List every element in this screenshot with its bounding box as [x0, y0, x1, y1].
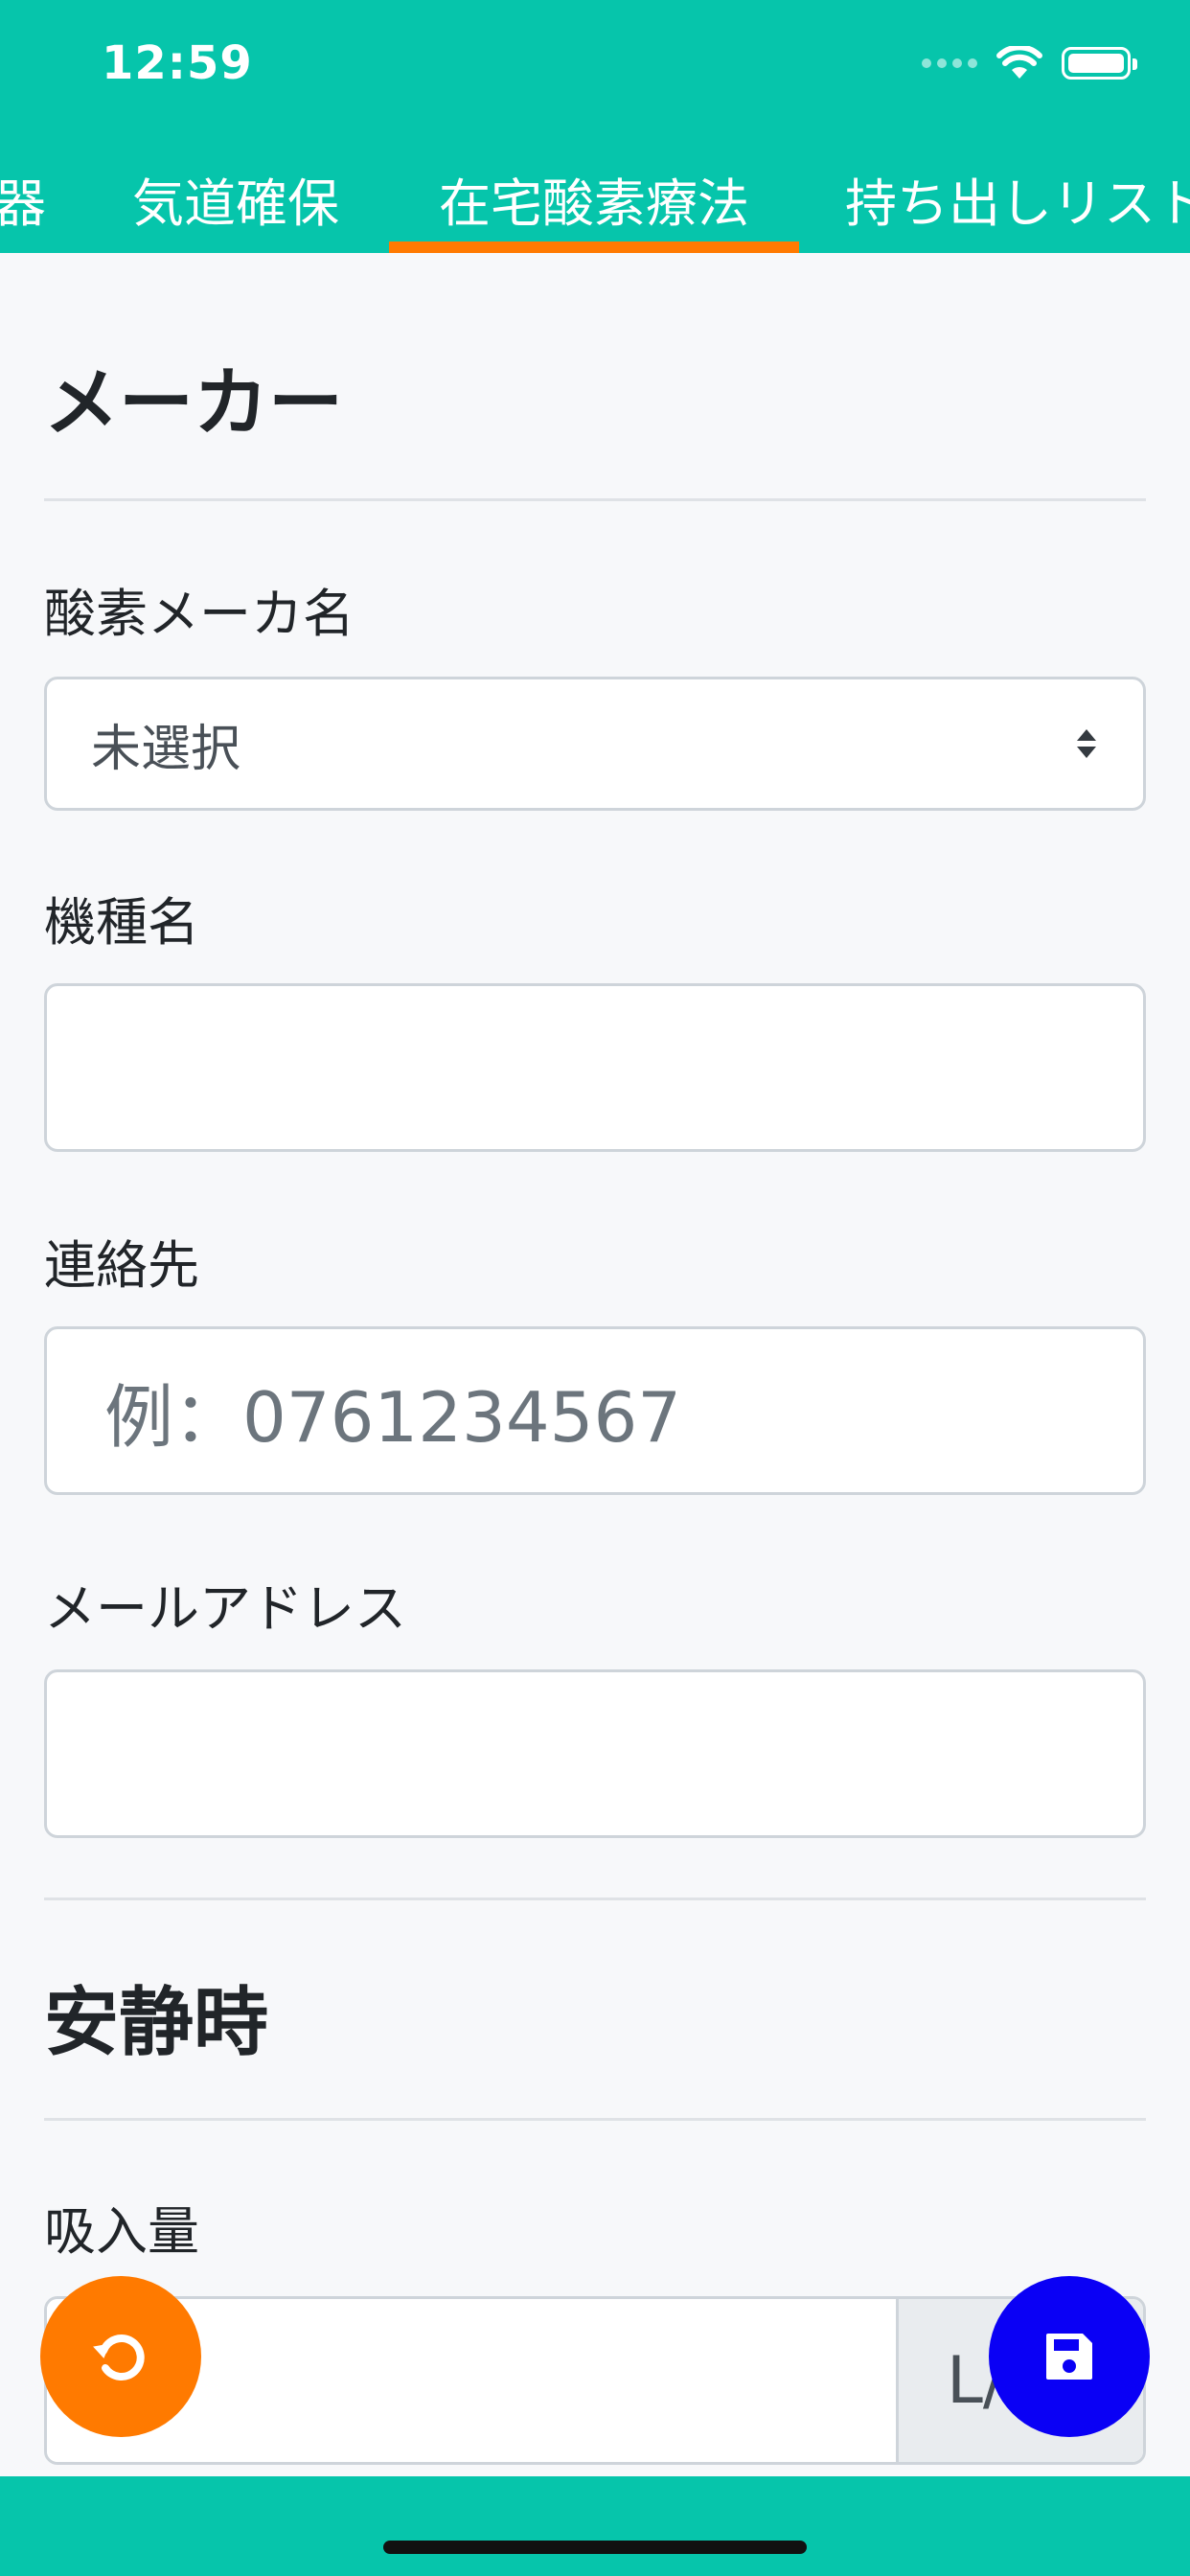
- save-button[interactable]: [989, 2276, 1150, 2437]
- oxygen-maker-label: 酸素メーカ名: [44, 584, 355, 644]
- model-label: 機種名: [44, 892, 199, 953]
- cellular-icon: [922, 58, 977, 68]
- tab-bar: 器 気道確保 在宅酸素療法 持ち出しリスト: [0, 144, 1190, 253]
- undo-icon: [93, 2334, 145, 2380]
- status-time: 12:59: [102, 36, 253, 90]
- contact-label: 連絡先: [44, 1235, 199, 1296]
- oxygen-maker-select[interactable]: 未選択: [44, 677, 1146, 811]
- undo-button[interactable]: [40, 2276, 201, 2437]
- status-icons: [922, 46, 1137, 80]
- tab-carry-list[interactable]: 持ち出しリスト: [845, 144, 1190, 253]
- select-arrows-icon: [1077, 729, 1096, 758]
- home-indicator: [383, 2541, 807, 2554]
- app-header: 12:59 器 気道確保 在宅酸素療法 持ち出しリスト: [0, 0, 1190, 253]
- contact-placeholder: 例：0761234567: [104, 1376, 682, 1458]
- oxygen-maker-value: 未選択: [91, 720, 241, 778]
- wifi-icon: [996, 46, 1042, 79]
- bottom-bar: [0, 2476, 1190, 2576]
- divider: [44, 1898, 1146, 1900]
- save-icon: [1046, 2334, 1092, 2380]
- intake-input-group: L/: [44, 2296, 1146, 2465]
- divider: [44, 498, 1146, 501]
- section-title-at-rest: 安静時: [44, 1980, 269, 2066]
- tab-equipment[interactable]: 器: [0, 144, 46, 253]
- email-label: メールアドレス: [44, 1578, 406, 1639]
- tab-home-oxygen[interactable]: 在宅酸素療法: [389, 144, 799, 253]
- divider: [44, 2118, 1146, 2121]
- contact-input[interactable]: 例：0761234567: [44, 1326, 1146, 1495]
- section-title-maker: メーカー: [44, 360, 344, 447]
- tab-airway[interactable]: 気道確保: [132, 144, 339, 253]
- battery-icon: [1062, 47, 1137, 80]
- email-input[interactable]: [44, 1669, 1146, 1838]
- intake-label: 吸入量: [44, 2201, 199, 2262]
- model-input[interactable]: [44, 983, 1146, 1152]
